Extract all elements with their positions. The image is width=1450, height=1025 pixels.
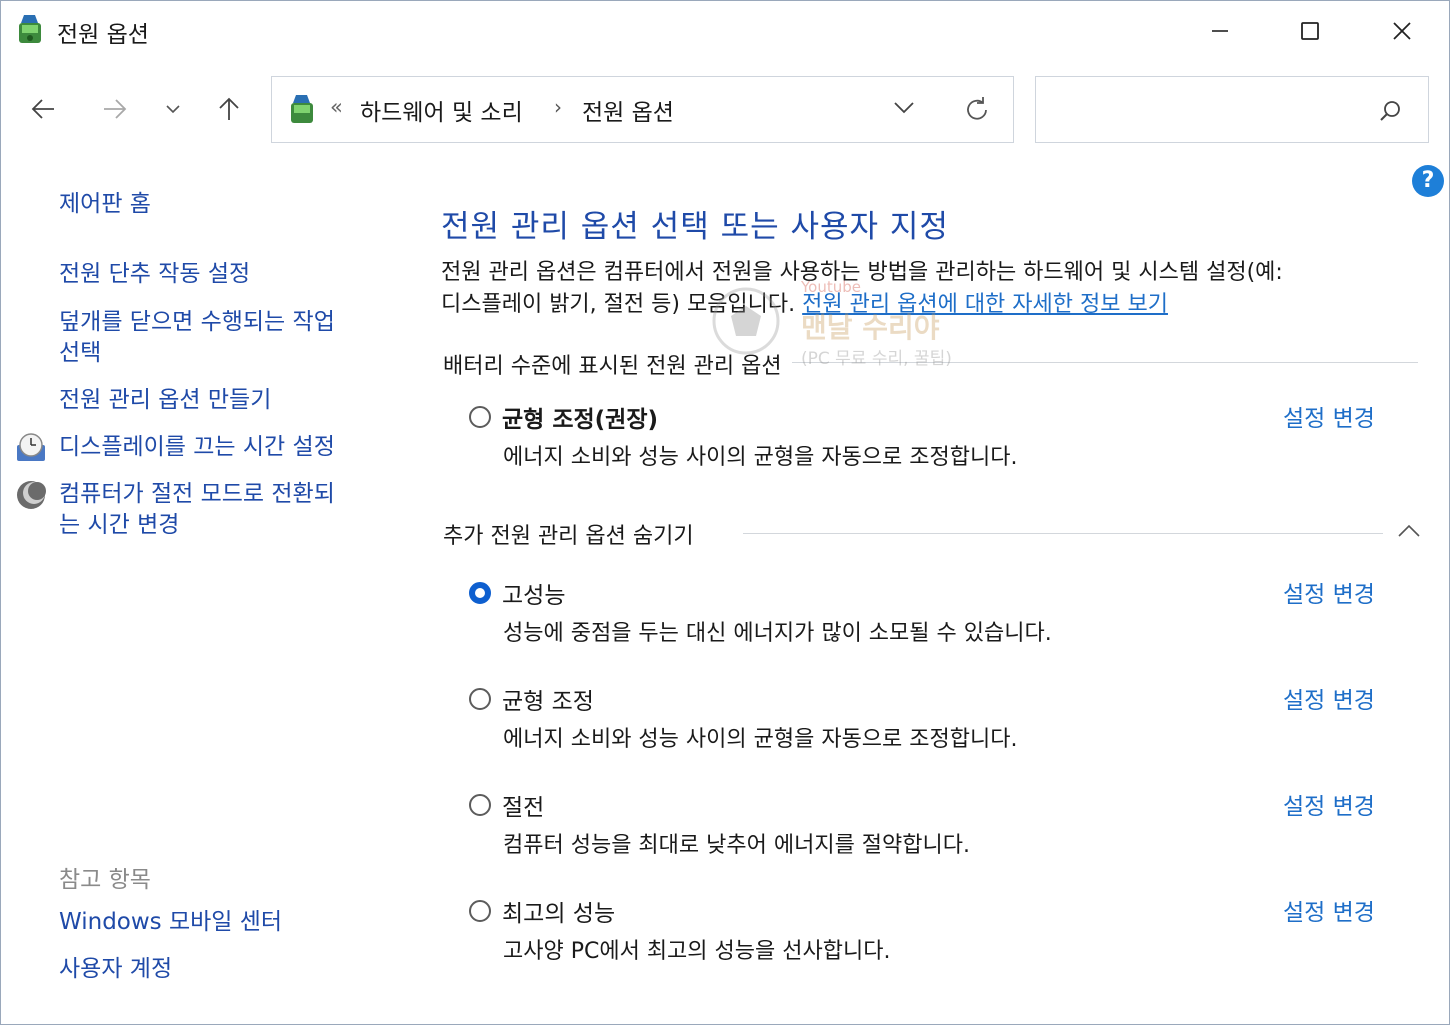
sidebar-display-off-time[interactable]: 디스플레이를 끄는 시간 설정 xyxy=(59,432,335,463)
breadcrumb-power-options[interactable]: 전원 옵션 xyxy=(582,93,674,127)
see-also-heading: 참고 항목 xyxy=(59,867,151,893)
description-line-2: 디스플레이 밝기, 절전 등) 모음입니다. xyxy=(441,292,796,317)
power-options-icon xyxy=(19,15,41,43)
plan-name-high-performance: 고성능 xyxy=(502,583,566,609)
maximize-button[interactable] xyxy=(1287,9,1333,53)
radio-ultimate-performance[interactable] xyxy=(469,900,491,922)
sidebar-sleep-time-cont[interactable]: 는 시간 변경 xyxy=(59,510,179,541)
plan-name-ultimate-performance: 최고의 성능 xyxy=(502,901,616,927)
battery-plans-heading: 배터리 수준에 표시된 전원 관리 옵션 xyxy=(443,348,792,380)
sidebar-windows-mobility-center[interactable]: Windows 모바일 센터 xyxy=(59,907,282,938)
sidebar-user-accounts[interactable]: 사용자 계정 xyxy=(59,954,172,985)
forward-button[interactable] xyxy=(97,87,133,131)
watermark-subtitle: (PC 무료 수리, 꿀팁) xyxy=(801,349,952,369)
sidebar-create-power-plan[interactable]: 전원 관리 옵션 만들기 xyxy=(59,385,271,416)
title-bar: 전원 옵션 xyxy=(1,1,1449,61)
plan-name-balanced: 균형 조정 xyxy=(502,689,594,715)
maximize-icon xyxy=(1301,22,1319,40)
plan-desc-balanced: 에너지 소비와 성능 사이의 균형을 자동으로 조정합니다. xyxy=(503,727,1018,752)
close-icon xyxy=(1393,22,1411,40)
chevron-up-icon[interactable] xyxy=(1397,523,1421,539)
search-icon[interactable] xyxy=(1378,99,1402,123)
up-button[interactable] xyxy=(211,87,247,131)
breadcrumb-hardware-sound[interactable]: 하드웨어 및 소리 xyxy=(360,93,523,127)
address-dropdown-icon[interactable] xyxy=(892,99,916,115)
plan-desc-power-saver: 컴퓨터 성능을 최대로 낮추어 에너지를 절약합니다. xyxy=(503,833,971,858)
chevron-down-icon xyxy=(166,105,180,114)
address-bar[interactable]: « 하드웨어 및 소리 › 전원 옵션 xyxy=(271,76,1014,143)
sidebar-lid-close-action[interactable]: 덮개를 닫으면 수행되는 작업 xyxy=(59,307,335,338)
plan-desc-high-performance: 성능에 중점을 두는 대신 에너지가 많이 소모될 수 있습니다. xyxy=(503,621,1052,646)
more-info-link[interactable]: 전원 관리 옵션에 대한 자세한 정보 보기 xyxy=(802,292,1168,317)
forward-arrow-icon xyxy=(104,99,127,119)
radio-power-saver[interactable] xyxy=(469,794,491,816)
display-clock-icon xyxy=(17,433,45,461)
plan-name-balanced-recommended: 균형 조정(권장) xyxy=(502,407,658,433)
plan-desc-balanced-recommended: 에너지 소비와 성능 사이의 균형을 자동으로 조정합니다. xyxy=(503,445,1018,470)
change-settings-ultimate-performance[interactable]: 설정 변경 xyxy=(1283,893,1375,927)
breadcrumb-separator[interactable]: › xyxy=(554,95,562,119)
sleep-moon-icon xyxy=(17,481,46,509)
minimize-icon xyxy=(1212,30,1228,32)
page-title: 전원 관리 옵션 선택 또는 사용자 지정 xyxy=(441,209,949,245)
change-settings-power-saver[interactable]: 설정 변경 xyxy=(1283,787,1375,821)
change-settings-balanced[interactable]: 설정 변경 xyxy=(1283,681,1375,715)
plan-name-power-saver: 절전 xyxy=(502,795,545,821)
search-box[interactable] xyxy=(1035,76,1429,143)
up-arrow-icon xyxy=(219,97,239,120)
breadcrumb-overflow[interactable]: « xyxy=(330,95,343,119)
recent-locations-button[interactable] xyxy=(155,87,191,131)
section-divider xyxy=(743,533,1383,534)
radio-high-performance[interactable] xyxy=(469,582,491,604)
description-line-1: 전원 관리 옵션은 컴퓨터에서 전원을 사용하는 방법을 관리하는 하드웨어 및… xyxy=(441,260,1283,285)
radio-balanced[interactable] xyxy=(469,688,491,710)
sidebar-control-panel-home[interactable]: 제어판 홈 xyxy=(59,189,151,220)
close-button[interactable] xyxy=(1379,9,1425,53)
sidebar-power-button-settings[interactable]: 전원 단추 작동 설정 xyxy=(59,259,250,290)
plan-desc-ultimate-performance: 고사양 PC에서 최고의 성능을 선사합니다. xyxy=(503,939,891,964)
back-button[interactable] xyxy=(25,87,61,131)
sidebar-lid-close-action-cont[interactable]: 선택 xyxy=(59,338,101,369)
sidebar-sleep-time[interactable]: 컴퓨터가 절전 모드로 전환되 xyxy=(59,479,335,510)
minimize-button[interactable] xyxy=(1197,9,1243,53)
description-line-2-wrap: 디스플레이 밝기, 절전 등) 모음입니다. 전원 관리 옵션에 대한 자세한 … xyxy=(441,289,1431,321)
change-settings-balanced-recommended[interactable]: 설정 변경 xyxy=(1283,399,1375,433)
radio-balanced-recommended[interactable] xyxy=(469,406,491,428)
refresh-icon[interactable] xyxy=(962,95,992,125)
window-title: 전원 옵션 xyxy=(57,22,149,48)
hide-additional-plans-heading[interactable]: 추가 전원 관리 옵션 숨기기 xyxy=(443,518,704,550)
change-settings-high-performance[interactable]: 설정 변경 xyxy=(1283,575,1375,609)
power-options-window: 전원 옵션 « 하드웨어 및 소리 › 전원 옵션 ? 제어판 홈 전원 단추 … xyxy=(0,0,1450,1025)
help-button[interactable]: ? xyxy=(1412,165,1444,197)
page-description: 전원 관리 옵션은 컴퓨터에서 전원을 사용하는 방법을 관리하는 하드웨어 및… xyxy=(441,257,1431,321)
back-arrow-icon xyxy=(31,99,54,119)
power-options-icon xyxy=(291,95,313,123)
